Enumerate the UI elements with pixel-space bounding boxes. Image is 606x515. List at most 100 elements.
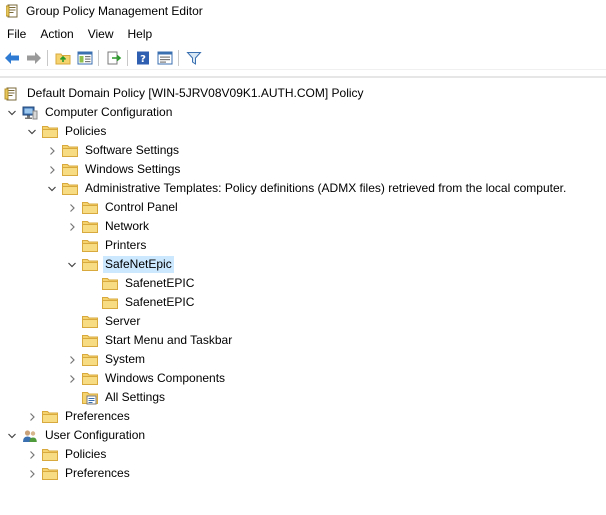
chevron-right-icon[interactable] <box>26 468 38 480</box>
tree-root-label: Default Domain Policy [WIN-5JRV08V09K1.A… <box>27 86 364 100</box>
tree-item-label: Windows Settings <box>85 162 181 176</box>
tree-item-label: Policies <box>65 447 107 461</box>
chevron-right-icon[interactable] <box>46 164 58 176</box>
folder-icon <box>42 125 58 139</box>
tree-item-label: Start Menu and Taskbar <box>105 333 233 347</box>
toolbar: ? <box>0 47 606 70</box>
help-icon[interactable]: ? <box>133 48 153 68</box>
chevron-right-icon[interactable] <box>26 449 38 461</box>
tree-item-label: Administrative Templates: Policy definit… <box>85 181 567 195</box>
tree-item-windows-settings[interactable]: Windows Settings <box>46 160 182 179</box>
menu-view[interactable]: View <box>81 24 121 44</box>
svg-text:?: ? <box>140 54 146 65</box>
filter-icon[interactable] <box>184 48 204 68</box>
tree-item-safenetepic-child[interactable]: SafenetEPIC <box>86 274 196 293</box>
show-hide-tree-icon[interactable] <box>75 48 95 68</box>
properties-icon[interactable] <box>155 48 175 68</box>
tree-item-label: Preferences <box>65 466 130 480</box>
tree-item-label: Policies <box>65 124 107 138</box>
chevron-down-icon[interactable] <box>26 126 38 138</box>
back-icon[interactable] <box>2 48 22 68</box>
tree-item-label: User Configuration <box>45 428 146 442</box>
tree-item-software-settings[interactable]: Software Settings <box>46 141 181 160</box>
tree-item-printers[interactable]: Printers <box>66 236 148 255</box>
toolbar-separator <box>127 50 128 66</box>
all-settings-icon <box>82 391 98 405</box>
folder-icon <box>82 220 98 234</box>
tree-item-label: Preferences <box>65 409 130 423</box>
up-folder-icon[interactable] <box>53 48 73 68</box>
tree-item-label: SafenetEPIC <box>125 295 195 309</box>
tree-item-computer-configuration[interactable]: Computer Configuration <box>6 103 174 122</box>
tree-item-safenetepic-child[interactable]: SafenetEPIC <box>86 293 196 312</box>
tree-item-all-settings[interactable]: All Settings <box>66 388 167 407</box>
tree-item-policies[interactable]: Policies <box>26 122 108 141</box>
menu-bar: File Action View Help <box>0 24 159 44</box>
tree-item-control-panel[interactable]: Control Panel <box>66 198 180 217</box>
toolbar-separator <box>98 50 99 66</box>
title-bar: Group Policy Management Editor <box>0 0 606 22</box>
tree-item-label: SafeNetEpic <box>103 256 174 273</box>
forward-icon[interactable] <box>24 48 44 68</box>
tree-item-start-menu-and-taskbar[interactable]: Start Menu and Taskbar <box>66 331 234 350</box>
users-icon <box>22 429 38 443</box>
tree-item-label: Server <box>105 314 141 328</box>
tree-item-safenetepic[interactable]: SafeNetEpic <box>66 255 174 274</box>
tree-item-system[interactable]: System <box>66 350 147 369</box>
folder-icon <box>62 163 78 177</box>
chevron-right-icon[interactable] <box>26 411 38 423</box>
folder-icon <box>82 353 98 367</box>
tree-item-policies[interactable]: Policies <box>26 445 108 464</box>
toolbar-separator <box>178 50 179 66</box>
computer-icon <box>22 106 38 120</box>
chevron-down-icon[interactable] <box>6 107 18 119</box>
folder-icon <box>82 239 98 253</box>
toolbar-separator <box>47 50 48 66</box>
chevron-down-icon[interactable] <box>66 259 78 271</box>
tree-item-label: Printers <box>105 238 147 252</box>
tree-item-administrative-templates[interactable]: Administrative Templates: Policy definit… <box>46 179 568 198</box>
tree-item-label: Software Settings <box>85 143 180 157</box>
tree-item-label: Network <box>105 219 150 233</box>
tree-item-label: Computer Configuration <box>45 105 173 119</box>
window-title: Group Policy Management Editor <box>26 4 203 18</box>
tree-root[interactable]: Default Domain Policy [WIN-5JRV08V09K1.A… <box>4 84 366 103</box>
folder-icon <box>42 467 58 481</box>
folder-icon <box>62 182 78 196</box>
divider <box>0 76 606 78</box>
tree-item-label: All Settings <box>105 390 166 404</box>
tree-item-label: SafenetEPIC <box>125 276 195 290</box>
menu-file[interactable]: File <box>0 24 33 44</box>
chevron-right-icon[interactable] <box>66 354 78 366</box>
tree-item-preferences[interactable]: Preferences <box>26 464 132 483</box>
folder-icon <box>62 144 78 158</box>
folder-icon <box>82 201 98 215</box>
folder-icon <box>42 410 58 424</box>
tree-item-preferences[interactable]: Preferences <box>26 407 132 426</box>
folder-icon <box>82 258 98 272</box>
folder-icon <box>42 448 58 462</box>
menu-help[interactable]: Help <box>121 24 160 44</box>
policy-document-icon <box>4 87 20 101</box>
gpme-icon <box>5 4 20 18</box>
chevron-right-icon[interactable] <box>66 221 78 233</box>
chevron-right-icon[interactable] <box>66 202 78 214</box>
tree-item-user-configuration[interactable]: User Configuration <box>6 426 147 445</box>
tree-item-network[interactable]: Network <box>66 217 151 236</box>
chevron-down-icon[interactable] <box>6 430 18 442</box>
tree-item-windows-components[interactable]: Windows Components <box>66 369 227 388</box>
folder-icon <box>82 334 98 348</box>
folder-icon <box>102 296 118 310</box>
export-list-icon[interactable] <box>104 48 124 68</box>
chevron-right-icon[interactable] <box>66 373 78 385</box>
menu-action[interactable]: Action <box>33 24 80 44</box>
folder-icon <box>82 315 98 329</box>
chevron-down-icon[interactable] <box>46 183 58 195</box>
folder-icon <box>102 277 118 291</box>
tree-item-label: Control Panel <box>105 200 178 214</box>
tree-item-label: Windows Components <box>105 371 226 385</box>
chevron-right-icon[interactable] <box>46 145 58 157</box>
tree-item-server[interactable]: Server <box>66 312 142 331</box>
tree-item-label: System <box>105 352 146 366</box>
folder-icon <box>82 372 98 386</box>
